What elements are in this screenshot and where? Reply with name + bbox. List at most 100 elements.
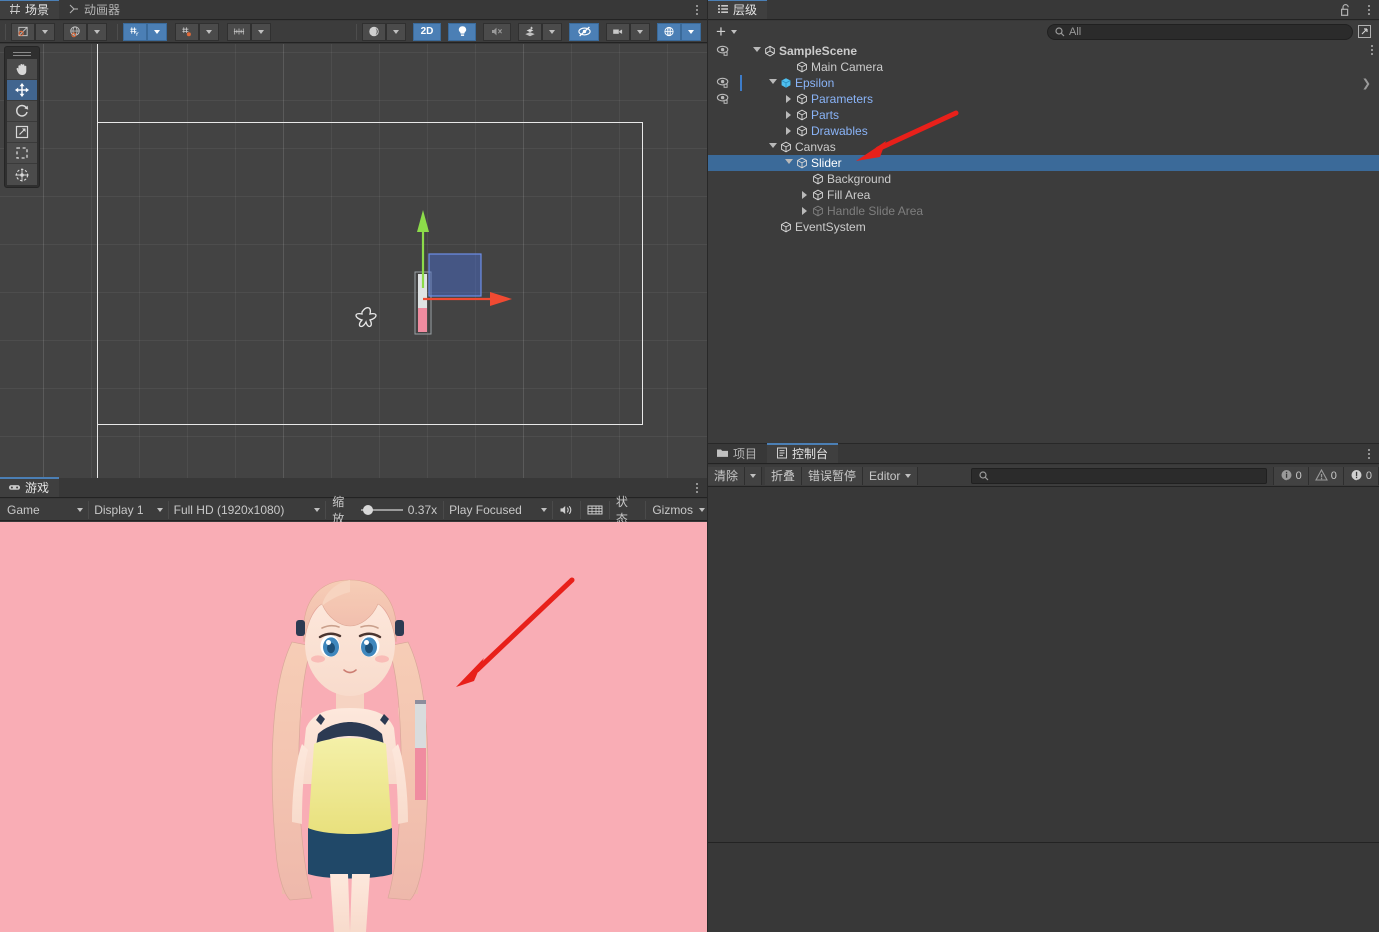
collapse-button[interactable]: 折叠 bbox=[765, 466, 803, 485]
tab-scene[interactable]: 场景 bbox=[0, 0, 60, 19]
mute-audio-button[interactable] bbox=[553, 501, 580, 519]
expand-arrow-icon[interactable] bbox=[784, 111, 793, 120]
visibility-eye-icon[interactable] bbox=[716, 76, 730, 90]
scene-lighting-button[interactable] bbox=[448, 22, 476, 41]
expand-arrow-icon[interactable] bbox=[784, 95, 793, 104]
info-count[interactable]: 0 bbox=[1272, 466, 1308, 485]
pivot-center-dropdown[interactable] bbox=[35, 22, 55, 41]
editor-dropdown[interactable]: Editor bbox=[863, 466, 919, 485]
clear-dropdown[interactable] bbox=[745, 466, 763, 485]
hierarchy-row[interactable]: Parameters bbox=[708, 91, 1379, 107]
expand-arrow-icon[interactable] bbox=[800, 191, 809, 200]
audio-muted-icon bbox=[492, 27, 503, 36]
scene-gizmos-dropdown[interactable] bbox=[681, 22, 701, 41]
open-prefab-chevron-icon[interactable]: ❯ bbox=[1362, 77, 1371, 90]
hierarchy-row[interactable]: Canvas bbox=[708, 139, 1379, 155]
collapse-arrow-icon[interactable] bbox=[784, 158, 793, 168]
hierarchy-row[interactable]: Epsilon ❯ bbox=[708, 75, 1379, 91]
clear-button[interactable]: 清除 bbox=[708, 466, 746, 485]
stats-grid-button[interactable] bbox=[581, 501, 609, 519]
shading-mode-dropdown[interactable] bbox=[386, 22, 406, 41]
create-object-button[interactable]: + bbox=[708, 23, 745, 41]
hierarchy-row[interactable]: Main Camera bbox=[708, 59, 1379, 75]
scene-viewport[interactable] bbox=[0, 44, 707, 478]
rotate-tool-button[interactable] bbox=[7, 101, 37, 122]
rect-tool-button[interactable] bbox=[7, 143, 37, 164]
scene-audio-button[interactable] bbox=[483, 22, 511, 41]
tab-project[interactable]: 项目 bbox=[708, 443, 767, 463]
move-tool-button[interactable] bbox=[7, 80, 37, 101]
toolbox-grip[interactable] bbox=[7, 49, 37, 59]
slider-handle[interactable] bbox=[415, 700, 426, 704]
ingame-slider[interactable] bbox=[415, 700, 426, 800]
grid-visibility-button[interactable]: Y bbox=[123, 22, 167, 41]
tab-game[interactable]: 游戏 bbox=[0, 477, 60, 497]
hierarchy-search-input[interactable]: All bbox=[1047, 24, 1353, 40]
error-pause-button[interactable]: 错误暂停 bbox=[802, 466, 864, 485]
game-view-menu-kebab[interactable] bbox=[691, 481, 703, 495]
visibility-eye-icon[interactable] bbox=[716, 44, 730, 58]
snap-increment-dropdown[interactable] bbox=[251, 22, 271, 41]
hierarchy-row[interactable]: Slider bbox=[708, 155, 1379, 171]
scale-slider[interactable] bbox=[361, 504, 404, 515]
grid-snapping-button[interactable] bbox=[175, 22, 219, 41]
visibility-eye-icon[interactable] bbox=[716, 92, 730, 106]
console-splitter[interactable] bbox=[708, 842, 1379, 843]
scale-slider-handle[interactable] bbox=[363, 504, 374, 515]
hidden-objects-button[interactable] bbox=[569, 22, 599, 41]
camera-settings-dropdown[interactable] bbox=[630, 22, 650, 41]
focus-mode-dropdown[interactable]: Play Focused bbox=[444, 501, 552, 519]
hierarchy-tree[interactable]: SampleScene Main Camera Epsilon ❯ Parame… bbox=[708, 43, 1379, 443]
hierarchy-menu-kebab[interactable] bbox=[1363, 3, 1375, 17]
lock-open-icon[interactable] bbox=[1339, 3, 1353, 17]
camera-settings-button[interactable] bbox=[606, 22, 650, 41]
tab-project-label: 项目 bbox=[733, 446, 758, 461]
tab-console[interactable]: 控制台 bbox=[767, 443, 839, 463]
console-menu-kebab[interactable] bbox=[1363, 447, 1375, 461]
folder-icon bbox=[716, 447, 729, 460]
scene-gizmos-button[interactable] bbox=[657, 22, 701, 41]
tab-hierarchy[interactable]: 层级 bbox=[708, 0, 768, 19]
fx-layers-icon bbox=[518, 22, 542, 41]
grid-snapping-dropdown[interactable] bbox=[199, 22, 219, 41]
mode-2d-button[interactable]: 2D bbox=[413, 22, 441, 41]
gizmos-dropdown[interactable]: Gizmos bbox=[646, 501, 707, 519]
hand-tool-button[interactable] bbox=[7, 59, 37, 80]
tab-animator[interactable]: 动画器 bbox=[59, 0, 130, 19]
error-count[interactable]: 0 bbox=[1342, 466, 1379, 485]
scene-row-kebab[interactable] bbox=[1371, 45, 1373, 55]
hierarchy-row[interactable]: SampleScene bbox=[708, 43, 1379, 59]
console-search-input[interactable] bbox=[970, 467, 1267, 484]
expand-arrow-icon[interactable] bbox=[800, 207, 809, 216]
hierarchy-row[interactable]: Background bbox=[708, 171, 1379, 187]
collapse-arrow-icon[interactable] bbox=[768, 78, 777, 88]
scene-view-menu-kebab[interactable] bbox=[691, 3, 703, 17]
hierarchy-row[interactable]: Handle Slide Area bbox=[708, 203, 1379, 219]
handle-space-dropdown[interactable] bbox=[87, 22, 107, 41]
hierarchy-row[interactable]: EventSystem bbox=[708, 219, 1379, 235]
resolution-dropdown[interactable]: Full HD (1920x1080) bbox=[169, 501, 326, 519]
expand-arrow-icon[interactable] bbox=[784, 127, 793, 136]
collapse-arrow-icon[interactable] bbox=[768, 142, 777, 152]
warning-count[interactable]: 0 bbox=[1307, 466, 1343, 485]
play-mode-target-dropdown[interactable]: Game bbox=[2, 501, 88, 519]
search-expand-icon[interactable] bbox=[1357, 24, 1373, 40]
handle-space-button[interactable] bbox=[63, 22, 107, 41]
fx-button[interactable] bbox=[518, 22, 562, 41]
grid-visibility-dropdown[interactable] bbox=[147, 22, 167, 41]
scale-slider-group[interactable]: 缩放 0.37x bbox=[326, 495, 443, 526]
display-dropdown[interactable]: Display 1 bbox=[89, 501, 167, 519]
collapse-arrow-icon[interactable] bbox=[752, 46, 761, 56]
hierarchy-row[interactable]: Drawables bbox=[708, 123, 1379, 139]
console-log-area[interactable] bbox=[708, 487, 1379, 932]
transform-tool-button[interactable] bbox=[7, 164, 37, 185]
scale-tool-button[interactable] bbox=[7, 122, 37, 143]
hierarchy-row[interactable]: Parts bbox=[708, 107, 1379, 123]
pivot-center-button[interactable] bbox=[11, 22, 55, 41]
fx-dropdown[interactable] bbox=[542, 22, 562, 41]
shading-mode-button[interactable] bbox=[362, 22, 406, 41]
hierarchy-row[interactable]: Fill Area bbox=[708, 187, 1379, 203]
snap-increment-button[interactable] bbox=[227, 22, 271, 41]
game-viewport[interactable] bbox=[0, 522, 707, 932]
stats-button[interactable]: 状态 bbox=[610, 495, 645, 526]
